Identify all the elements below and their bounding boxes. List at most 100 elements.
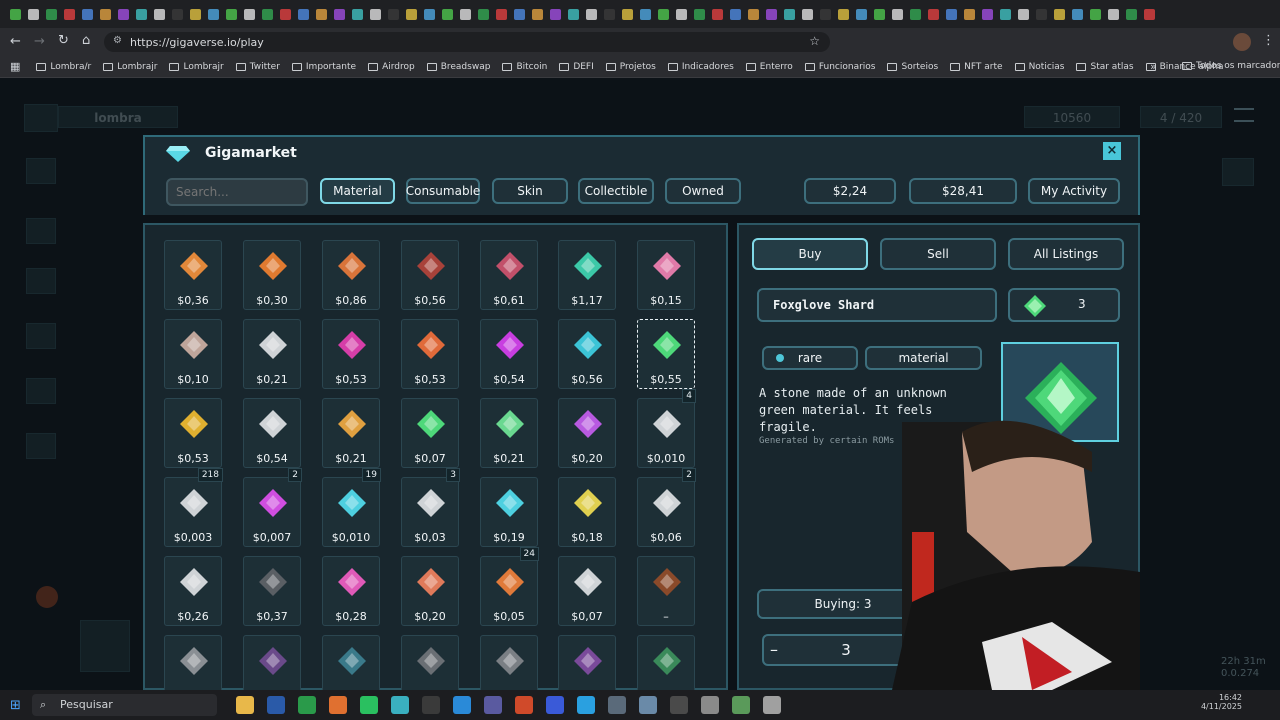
- apps-grid-icon[interactable]: ▦: [10, 60, 20, 73]
- browser-tab-icon[interactable]: [564, 5, 582, 23]
- item-cell[interactable]: $0,37: [243, 556, 301, 626]
- side-menu-icon-6[interactable]: [26, 433, 56, 459]
- taskbar-app-icon[interactable]: [484, 696, 502, 714]
- tab-material[interactable]: Material: [320, 178, 395, 204]
- side-menu-icon-2[interactable]: [26, 218, 56, 244]
- item-cell[interactable]: $0,05 24: [480, 547, 539, 626]
- browser-tab-icon[interactable]: [582, 5, 600, 23]
- browser-tab-icon[interactable]: [1050, 5, 1068, 23]
- url-input[interactable]: ⚙ https://gigaverse.io/play ☆: [104, 32, 830, 52]
- tab-consumable[interactable]: Consumable: [406, 178, 480, 204]
- item-cell[interactable]: $0,10: [164, 319, 222, 389]
- browser-tab-icon[interactable]: [942, 5, 960, 23]
- browser-tab-icon[interactable]: [1104, 5, 1122, 23]
- side-menu-icon-4[interactable]: [26, 323, 56, 349]
- browser-tab-icon[interactable]: [798, 5, 816, 23]
- browser-tab-icon[interactable]: [1122, 5, 1140, 23]
- bookmark-4[interactable]: Importante: [291, 62, 356, 72]
- browser-tab-icon[interactable]: [204, 5, 222, 23]
- browser-tab-icon[interactable]: [996, 5, 1014, 23]
- browser-tab-icon[interactable]: [240, 5, 258, 23]
- forward-icon[interactable]: →: [34, 34, 45, 49]
- taskbar-app-icon[interactable]: [763, 696, 781, 714]
- item-cell[interactable]: $0,20: [558, 398, 616, 468]
- browser-tab-icon[interactable]: [312, 5, 330, 23]
- back-icon[interactable]: ←: [10, 34, 21, 49]
- taskbar-app-icon[interactable]: [608, 696, 626, 714]
- browser-tab-icon[interactable]: [816, 5, 834, 23]
- item-cell[interactable]: $0,54: [480, 319, 538, 389]
- browser-tab-icon[interactable]: [276, 5, 294, 23]
- taskbar-app-icon[interactable]: [732, 696, 750, 714]
- browser-tab-icon[interactable]: [726, 5, 744, 23]
- browser-tab-icon[interactable]: [42, 5, 60, 23]
- bookmark-6[interactable]: Breadswap: [426, 62, 490, 72]
- item-cell[interactable]: $0,21: [322, 398, 380, 468]
- bookmark-11[interactable]: Enterro: [745, 62, 793, 72]
- item-cell[interactable]: $0,07: [558, 556, 616, 626]
- item-cell[interactable]: $0,53: [401, 319, 459, 389]
- item-cell[interactable]: $0,010 4: [637, 389, 696, 468]
- taskbar-app-icon[interactable]: [298, 696, 316, 714]
- bookmark-8[interactable]: DEFI: [559, 62, 594, 72]
- browser-tab-icon[interactable]: [528, 5, 546, 23]
- item-cell[interactable]: $0,36: [164, 240, 222, 310]
- browser-tab-icon[interactable]: [1068, 5, 1086, 23]
- browser-tab-icon[interactable]: [1014, 5, 1032, 23]
- menu-dots-icon[interactable]: ⋮: [1262, 33, 1275, 48]
- browser-tab-icon[interactable]: [852, 5, 870, 23]
- item-cell[interactable]: $0,54: [243, 398, 301, 468]
- item-cell[interactable]: $0,010 19: [322, 468, 381, 547]
- all-listings-tab[interactable]: All Listings: [1008, 238, 1124, 270]
- profile-avatar[interactable]: [1233, 33, 1251, 51]
- item-cell[interactable]: $0,15: [637, 240, 695, 310]
- item-cell[interactable]: $0,53: [322, 319, 380, 389]
- browser-tab-icon[interactable]: [294, 5, 312, 23]
- bookmark-2[interactable]: Lombrajr: [169, 62, 224, 72]
- item-cell[interactable]: $0,03 3: [401, 468, 460, 547]
- item-cell[interactable]: $0,28: [322, 556, 380, 626]
- browser-tab-icon[interactable]: [258, 5, 276, 23]
- item-cell[interactable]: $0,07: [401, 398, 459, 468]
- browser-tab-icon[interactable]: [114, 5, 132, 23]
- browser-tab-icon[interactable]: [78, 5, 96, 23]
- item-cell[interactable]: $0,21: [480, 398, 538, 468]
- alert-icon[interactable]: [36, 586, 58, 608]
- bookmark-3[interactable]: Twitter: [235, 62, 280, 72]
- item-cell[interactable]: $0,007 2: [243, 468, 302, 547]
- side-menu-icon-1[interactable]: [26, 158, 56, 184]
- bookmark-star-icon[interactable]: ☆: [809, 34, 820, 48]
- browser-tab-icon[interactable]: [474, 5, 492, 23]
- more-bookmarks-icon[interactable]: »: [1150, 60, 1157, 73]
- browser-tab-icon[interactable]: [186, 5, 204, 23]
- item-cell[interactable]: –: [637, 556, 695, 626]
- browser-tab-icon[interactable]: [348, 5, 366, 23]
- item-cell[interactable]: $0,003 218: [164, 468, 223, 547]
- browser-tab-icon[interactable]: [60, 5, 78, 23]
- browser-tab-icon[interactable]: [1032, 5, 1050, 23]
- browser-tab-icon[interactable]: [24, 5, 42, 23]
- item-cell[interactable]: $0,53: [164, 398, 222, 468]
- browser-tab-icon[interactable]: [330, 5, 348, 23]
- browser-tab-icon[interactable]: [618, 5, 636, 23]
- item-cell[interactable]: $0,21: [243, 319, 301, 389]
- taskbar-app-icon[interactable]: [577, 696, 595, 714]
- side-menu-icon-5[interactable]: [26, 378, 56, 404]
- browser-tab-icon[interactable]: [708, 5, 726, 23]
- close-icon[interactable]: ×: [1103, 142, 1121, 160]
- browser-tab-icon[interactable]: [492, 5, 510, 23]
- browser-tab-icon[interactable]: [6, 5, 24, 23]
- bookmark-5[interactable]: Airdrop: [368, 62, 415, 72]
- item-cell[interactable]: $0,61: [480, 240, 538, 310]
- browser-tab-icon[interactable]: [924, 5, 942, 23]
- taskbar-app-icon[interactable]: [422, 696, 440, 714]
- item-cell[interactable]: $0,26: [164, 556, 222, 626]
- browser-tab-icon[interactable]: [420, 5, 438, 23]
- side-menu-icon-3[interactable]: [26, 268, 56, 294]
- browser-tab-icon[interactable]: [978, 5, 996, 23]
- item-cell[interactable]: $0,20: [401, 556, 459, 626]
- browser-tab-icon[interactable]: [1140, 5, 1158, 23]
- browser-tab-icon[interactable]: [906, 5, 924, 23]
- bookmark-10[interactable]: Indicadores: [667, 62, 734, 72]
- taskbar-app-icon[interactable]: [701, 696, 719, 714]
